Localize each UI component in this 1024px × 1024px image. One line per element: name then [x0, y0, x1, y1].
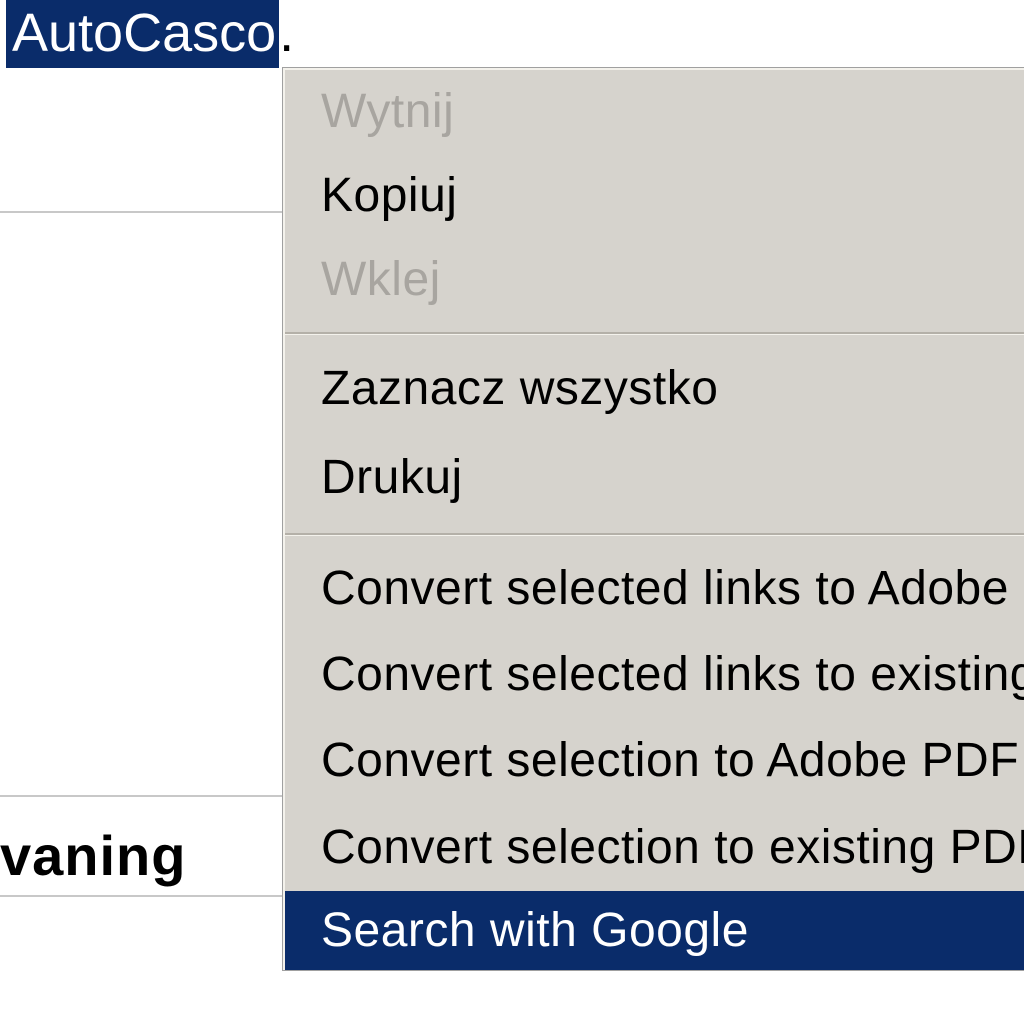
menu-item-convert-links-to-adobe-pdf[interactable]: Convert selected links to Adobe PDF	[285, 546, 1024, 632]
menu-separator	[285, 533, 1024, 536]
menu-item-convert-selection-to-adobe-pdf[interactable]: Convert selection to Adobe PDF	[285, 718, 1024, 804]
bg-divider	[0, 895, 283, 897]
bg-divider	[0, 795, 283, 797]
trailing-period: .	[279, 3, 294, 63]
bg-divider	[0, 211, 283, 213]
selected-text[interactable]: AutoCasco	[6, 0, 279, 68]
menu-group-adobe: Convert selected links to Adobe PDF Conv…	[285, 546, 1024, 892]
menu-item-select-all[interactable]: Zaznacz wszystko	[285, 345, 1024, 434]
menu-item-copy[interactable]: Kopiuj	[285, 154, 1024, 238]
menu-item-cut: Wytnij	[285, 70, 1024, 154]
context-menu: Wytnij Kopiuj Wklej Zaznacz wszystko Dru…	[283, 68, 1024, 970]
page-background: AutoCasco. vaning Wytnij Kopiuj Wklej Za…	[0, 0, 1024, 1024]
menu-item-print[interactable]: Drukuj	[285, 434, 1024, 523]
background-word: vaning	[0, 823, 186, 888]
menu-group-edit: Wytnij Kopiuj Wklej	[285, 70, 1024, 322]
menu-item-convert-links-to-existing-pdf[interactable]: Convert selected links to existing PDF	[285, 632, 1024, 718]
menu-item-paste: Wklej	[285, 238, 1024, 322]
selected-text-area: AutoCasco.	[0, 0, 1024, 64]
menu-item-convert-selection-to-existing-pdf[interactable]: Convert selection to existing PDF	[285, 805, 1024, 891]
menu-group-page: Zaznacz wszystko Drukuj	[285, 345, 1024, 523]
menu-separator	[285, 332, 1024, 335]
menu-item-search-with-google[interactable]: Search with Google	[285, 891, 1024, 970]
